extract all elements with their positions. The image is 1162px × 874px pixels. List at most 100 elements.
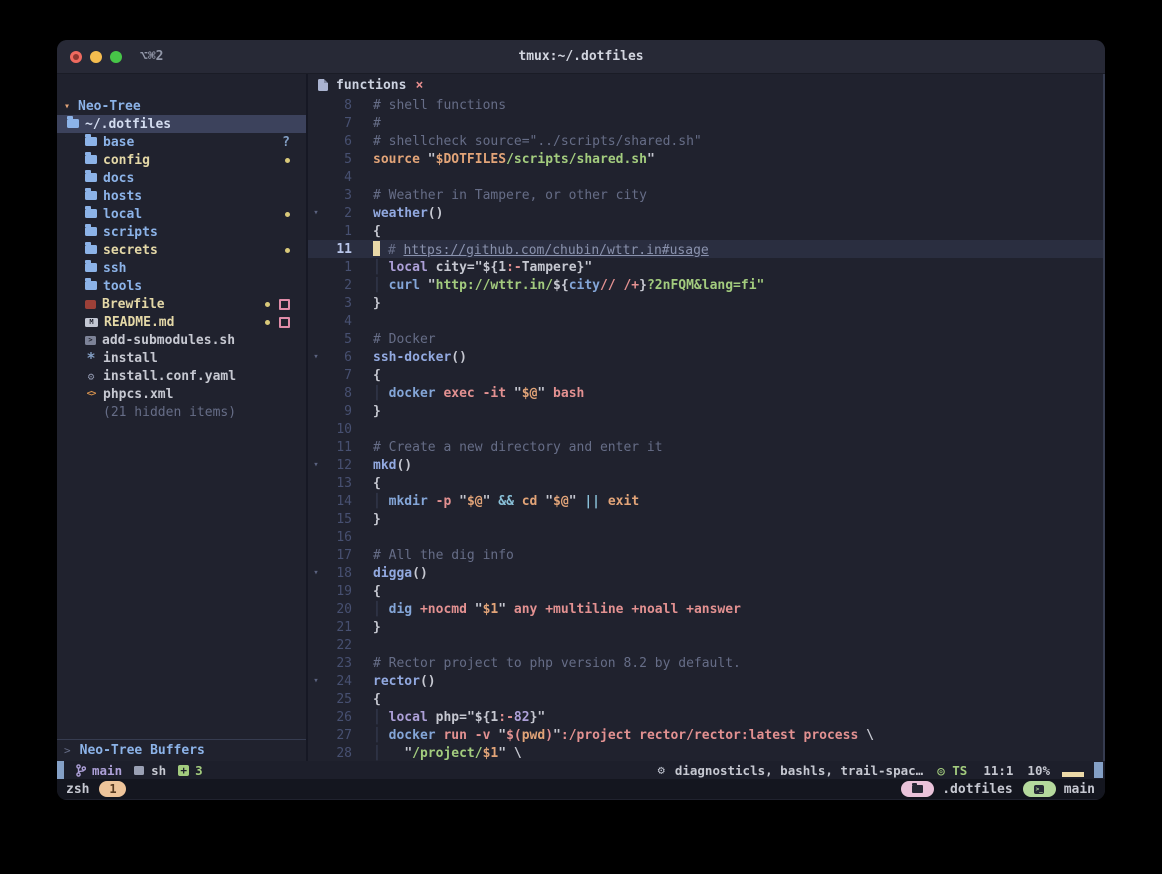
tree-item-badges: ? (282, 135, 306, 150)
code-line[interactable]: 8│ docker exec -it "$@" bash (308, 384, 1103, 402)
fold-chevron-icon[interactable]: ▾ (308, 676, 324, 686)
line-text: rector() (352, 674, 436, 689)
folder-icon (85, 263, 97, 272)
code-line[interactable]: 19{ (308, 582, 1103, 600)
code-line[interactable]: 26│ local php="${1:-82}" (308, 708, 1103, 726)
code-line[interactable]: 4 (308, 312, 1103, 330)
folder-icon (85, 155, 97, 164)
line-text: mkd() (352, 458, 412, 473)
code-line[interactable]: 25{ (308, 690, 1103, 708)
fold-chevron-icon[interactable]: ▾ (308, 208, 324, 218)
code-line[interactable]: 16 (308, 528, 1103, 546)
chevron-down-icon: ▾ (64, 101, 70, 112)
code-line[interactable]: ▾24rector() (308, 672, 1103, 690)
code-line[interactable]: 5# Docker (308, 330, 1103, 348)
minimize-window-button[interactable] (90, 51, 102, 63)
code-line[interactable]: 3} (308, 294, 1103, 312)
code-line[interactable]: ▾2weather() (308, 204, 1103, 222)
line-text: # All the dig info (352, 548, 514, 563)
tree-item-label: docs (103, 171, 134, 186)
tree-item-label: tools (103, 279, 142, 294)
tree-item-phpcs.xml[interactable]: phpcs.xml (57, 385, 306, 403)
code-line[interactable]: 6# shellcheck source="../scripts/shared.… (308, 132, 1103, 150)
tree-item-hosts[interactable]: hosts (57, 187, 306, 205)
code-line[interactable]: 15} (308, 510, 1103, 528)
tree-item-config[interactable]: config (57, 151, 306, 169)
tree-item--21-hidden-items-[interactable]: (21 hidden items) (57, 403, 306, 421)
tree-item-install.conf.yaml[interactable]: install.conf.yaml (57, 367, 306, 385)
tree-item-local[interactable]: local (57, 205, 306, 223)
line-number: 4 (324, 170, 352, 185)
zoom-window-button[interactable] (110, 51, 122, 63)
buffers-title: Neo-Tree Buffers (80, 743, 205, 758)
code-line[interactable]: 27│ docker run -v "$(pwd)":/project rect… (308, 726, 1103, 744)
code-line[interactable]: 4 (308, 168, 1103, 186)
code-line[interactable]: ▾12mkd() (308, 456, 1103, 474)
tree-item-badges (265, 317, 306, 328)
tree-item--.dotfiles[interactable]: ~/.dotfiles (57, 115, 306, 133)
tree-item-base[interactable]: base? (57, 133, 306, 151)
line-number: 27 (324, 728, 352, 743)
code-line[interactable]: 28│ "/project/$1" \ (308, 744, 1103, 761)
code-line[interactable]: 20│ dig +nocmd "$1" any +multiline +noal… (308, 600, 1103, 618)
unstaged-square-badge (279, 299, 290, 310)
code-line[interactable]: 21} (308, 618, 1103, 636)
tmux-window-index-badge[interactable]: 1 (99, 781, 126, 797)
fold-chevron-icon[interactable]: ▾ (308, 568, 324, 578)
code-line[interactable]: 14│ mkdir -p "$@" && cd "$@" || exit (308, 492, 1103, 510)
neo-tree-header[interactable]: ▾ Neo-Tree (57, 97, 306, 115)
lsp-servers-label: diagnosticls, bashls, trail-spac… (675, 763, 923, 778)
folder-icon (85, 227, 97, 236)
code-line[interactable]: ▾6ssh-docker() (308, 348, 1103, 366)
close-tab-icon[interactable]: × (415, 78, 423, 93)
line-number: 6 (324, 134, 352, 149)
unstaged-square-badge (279, 317, 290, 328)
tree-item-ssh[interactable]: ssh (57, 259, 306, 277)
line-number: 13 (324, 476, 352, 491)
close-window-button[interactable] (70, 51, 82, 63)
code-line[interactable]: 8# shell functions (308, 96, 1103, 114)
statusline-right: ⚙ diagnosticls, bashls, trail-spac… ◎ TS… (658, 762, 1105, 778)
code-line[interactable]: 9} (308, 402, 1103, 420)
code-line[interactable]: 7# (308, 114, 1103, 132)
code-line[interactable]: 17# All the dig info (308, 546, 1103, 564)
code-line[interactable]: 23# Rector project to php version 8.2 by… (308, 654, 1103, 672)
code-line[interactable]: 1│ local city="${1:-Tampere}" (308, 258, 1103, 276)
line-number: 17 (324, 548, 352, 563)
line-number: 4 (324, 314, 352, 329)
tab-functions[interactable]: functions (336, 78, 406, 93)
tree-item-brewfile[interactable]: Brewfile (57, 295, 306, 313)
code-line[interactable]: 2│ curl "http://wttr.in/${city// /+}?2nF… (308, 276, 1103, 294)
tree-item-scripts[interactable]: scripts (57, 223, 306, 241)
code-line[interactable]: 13{ (308, 474, 1103, 492)
code-line[interactable]: 5source "$DOTFILES/scripts/shared.sh" (308, 150, 1103, 168)
tree-item-label: phpcs.xml (103, 387, 173, 402)
fold-chevron-icon[interactable]: ▾ (308, 352, 324, 362)
code-line[interactable]: ▾18digga() (308, 564, 1103, 582)
line-number: 18 (324, 566, 352, 581)
folder-open-icon (67, 119, 79, 128)
code-line-current[interactable]: 11 # https://github.com/chubin/wttr.in#u… (308, 240, 1103, 258)
neo-tree-buffers-section[interactable]: > Neo-Tree Buffers (57, 740, 306, 761)
tree-item-secrets[interactable]: secrets (57, 241, 306, 259)
code-line[interactable]: 11# Create a new directory and enter it (308, 438, 1103, 456)
filetype-label: sh (151, 763, 166, 778)
tree-item-add-submodules.sh[interactable]: add-submodules.sh (57, 331, 306, 349)
tmux-window-name[interactable]: zsh (66, 782, 89, 797)
tree-item-readme.md[interactable]: README.md (57, 313, 306, 331)
tree-item-tools[interactable]: tools (57, 277, 306, 295)
tree-item-docs[interactable]: docs (57, 169, 306, 187)
line-number: 5 (324, 152, 352, 167)
code-line[interactable]: 3# Weather in Tampere, or other city (308, 186, 1103, 204)
code-line[interactable]: 10 (308, 420, 1103, 438)
chevron-right-icon: > (64, 744, 71, 757)
line-text: } (352, 620, 381, 635)
code-line[interactable]: 7{ (308, 366, 1103, 384)
code-line[interactable]: 22 (308, 636, 1103, 654)
modified-dot-badge (285, 158, 290, 163)
status-line: main sh + 3 ⚙ diagnosticls, bashls, trai… (57, 761, 1105, 779)
tree-item-install[interactable]: install (57, 349, 306, 367)
code-line[interactable]: 1{ (308, 222, 1103, 240)
fold-chevron-icon[interactable]: ▾ (308, 460, 324, 470)
neo-tree-sidebar: ▾ Neo-Tree ~/.dotfilesbase?config docshos… (57, 74, 306, 761)
